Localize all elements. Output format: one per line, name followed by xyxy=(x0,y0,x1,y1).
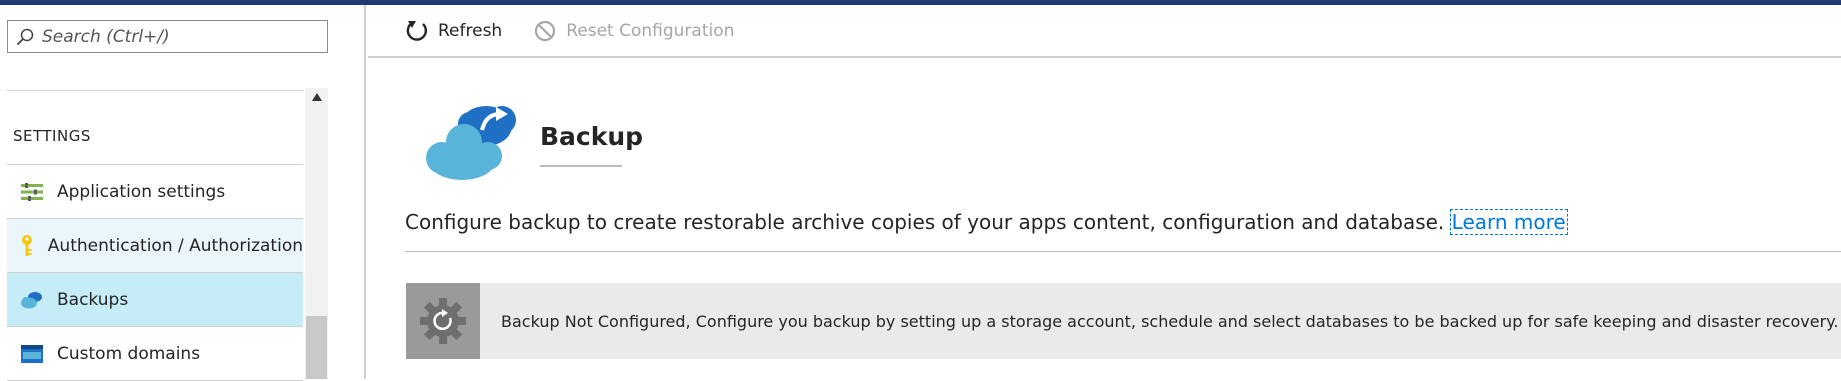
sidebar-item-label: Backups xyxy=(57,289,129,310)
nav-divider xyxy=(7,90,303,91)
gear-icon xyxy=(406,283,480,359)
sidebar-item-authentication[interactable]: Authentication / Authorization xyxy=(7,219,303,273)
sidebar-item-backups[interactable]: Backups xyxy=(7,273,303,327)
description-text: Configure backup to create restorable ar… xyxy=(405,210,1445,234)
section-label-settings: SETTINGS xyxy=(13,127,91,145)
backup-hero-icon xyxy=(424,100,522,182)
backup-cloud-icon xyxy=(7,273,57,327)
search-input[interactable]: Search (Ctrl+/) xyxy=(42,27,170,47)
backup-description: Configure backup to create restorable ar… xyxy=(405,209,1568,235)
refresh-button[interactable]: Refresh xyxy=(404,18,502,44)
scrollbar-thumb[interactable] xyxy=(306,316,327,379)
reset-configuration-label: Reset Configuration xyxy=(566,20,735,41)
title-underline xyxy=(540,165,622,167)
key-icon xyxy=(7,219,48,273)
reset-configuration-button[interactable]: Reset Configuration xyxy=(532,18,734,44)
backup-blade: Refresh Reset Configuration Backup Confi… xyxy=(368,5,1841,379)
settings-sidebar: Search (Ctrl+/) SETTINGS Application set… xyxy=(0,5,366,381)
scroll-up-arrow-icon[interactable] xyxy=(305,92,328,106)
search-icon xyxy=(8,20,42,53)
sidebar-scrollbar[interactable] xyxy=(305,88,328,379)
backup-not-configured-banner[interactable]: Backup Not Configured, Configure you bac… xyxy=(406,283,1841,359)
sidebar-item-label: Custom domains xyxy=(57,343,201,364)
app-settings-icon xyxy=(7,165,57,219)
command-bar: Refresh Reset Configuration xyxy=(368,5,1841,58)
block-icon xyxy=(532,18,558,44)
refresh-label: Refresh xyxy=(438,20,503,41)
sidebar-item-application-settings[interactable]: Application settings xyxy=(7,165,303,219)
sidebar-item-label: Application settings xyxy=(57,181,226,202)
learn-more-link[interactable]: Learn more xyxy=(1449,209,1568,235)
sidebar-item-custom-domains[interactable]: Custom domains xyxy=(7,327,303,381)
www-icon xyxy=(7,327,57,381)
search-box[interactable]: Search (Ctrl+/) xyxy=(7,20,328,53)
banner-message: Backup Not Configured, Configure you bac… xyxy=(501,311,1839,331)
refresh-icon xyxy=(404,18,430,44)
sidebar-item-label: Authentication / Authorization xyxy=(47,235,303,256)
page-title: Backup xyxy=(540,122,644,151)
description-divider xyxy=(405,251,1841,252)
